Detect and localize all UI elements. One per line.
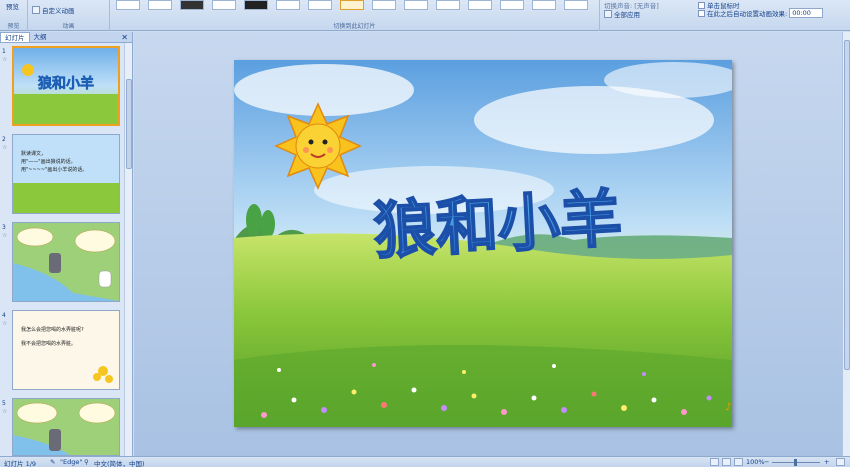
transition-option-7[interactable] xyxy=(308,0,332,10)
slide-thumbnail-row[interactable]: 3 ☆ xyxy=(0,222,124,306)
animation-star-icon: ☆ xyxy=(2,56,8,63)
custom-animation-icon xyxy=(32,6,40,14)
zoom-slider-handle[interactable] xyxy=(794,459,797,466)
slide-thumbnail[interactable]: 我怎么会把您喝的水弄脏呢? 我不会把您喝的水弄脏。 xyxy=(12,310,120,390)
animation-star-icon: ☆ xyxy=(2,232,8,239)
close-icon[interactable]: ✕ xyxy=(121,33,128,42)
language-icon[interactable]: ⚲ xyxy=(84,458,89,466)
transition-option-11[interactable] xyxy=(436,0,460,10)
slide-4-line-1: 我怎么会把您喝的水弄脏呢? xyxy=(21,326,84,333)
slide-1-thumb-title: 狼和小羊 xyxy=(38,75,94,92)
slide-number: 1 xyxy=(2,48,6,55)
apply-all-icon xyxy=(604,10,612,18)
preview-group: 预览 预览 xyxy=(0,0,28,31)
slide-thumbnail[interactable] xyxy=(12,222,120,302)
slide-number: 5 xyxy=(2,400,6,407)
transition-option-8[interactable] xyxy=(340,0,364,10)
ribbon: 预览 预览 自定义动画 动画 切换到此幻灯片 切换声音: [无声音] 全部应用 … xyxy=(0,0,850,31)
transition-group-label: 切换到此幻灯片 xyxy=(333,23,376,30)
slide-number: 4 xyxy=(2,312,6,319)
slide-5-preview xyxy=(13,399,119,455)
language-label: 中文(简体，中国) xyxy=(94,460,145,467)
custom-animation-button[interactable]: 自定义动画 xyxy=(32,5,75,15)
slide-sorter-button[interactable] xyxy=(722,458,731,466)
timing-group: 切换声音: [无声音] 全部应用 单击鼠标时 在此之后自动设置动画效果: 00:… xyxy=(600,0,850,31)
pane-scrollbar-thumb[interactable] xyxy=(126,79,132,169)
animation-star-icon: ☆ xyxy=(2,408,8,415)
custom-animation-label: 自定义动画 xyxy=(42,7,75,15)
slide-number: 2 xyxy=(2,136,6,143)
transition-option-10[interactable] xyxy=(404,0,428,10)
transition-option-5[interactable] xyxy=(244,0,268,10)
slide-thumbnail-row[interactable]: 4 ☆ 我怎么会把您喝的水弄脏呢? 我不会把您喝的水弄脏。 xyxy=(0,310,124,394)
pane-tabs: 幻灯片 大纲 xyxy=(0,32,132,43)
spellcheck-icon[interactable]: ✎ xyxy=(50,458,55,466)
slides-pane: 幻灯片 大纲 ✕ 1 ☆ 狼和小羊 2 ☆ 默读课文， 用"——"画出狼说的话， xyxy=(0,32,133,456)
auto-after-option[interactable]: 在此之后自动设置动画效果: 00:00 xyxy=(698,8,824,18)
tab-slides[interactable]: 幻灯片 xyxy=(0,32,30,42)
vertical-scrollbar-thumb[interactable] xyxy=(844,40,850,370)
slide-counter: 幻灯片 1/9 xyxy=(4,460,37,467)
slide-title[interactable]: 狼和小羊 xyxy=(371,181,624,269)
tab-outline[interactable]: 大纲 xyxy=(30,32,51,42)
sound-icon[interactable]: ♪ xyxy=(725,402,731,413)
transition-option-4[interactable] xyxy=(212,0,236,10)
slide-thumbnail[interactable] xyxy=(12,398,120,456)
transition-option-9[interactable] xyxy=(372,0,396,10)
apply-all-button[interactable]: 全部应用 xyxy=(604,9,640,19)
slide-editing-area: 狼和小羊 ♪ xyxy=(134,32,842,456)
transition-option-2[interactable] xyxy=(148,0,172,10)
status-bar: 幻灯片 1/9 ✎ "Edge" ⚲ 中文(简体，中国) 100% − + xyxy=(0,456,850,467)
slide-2-preview: 默读课文， 用"——"画出狼说的话， 用"~~~~"画出小羊说的话。 xyxy=(13,135,119,213)
slide-thumbnail[interactable]: 默读课文， 用"——"画出狼说的话， 用"~~~~"画出小羊说的话。 xyxy=(12,134,120,214)
slide-2-line-3: 用"~~~~"画出小羊说的话。 xyxy=(21,166,87,173)
transition-option-14[interactable] xyxy=(532,0,556,10)
normal-view-button[interactable] xyxy=(710,458,719,466)
transition-group: 切换到此幻灯片 xyxy=(110,0,600,31)
theme-name: "Edge" xyxy=(60,458,83,466)
preview-button[interactable]: 预览 xyxy=(6,1,19,11)
zoom-out-icon[interactable]: − xyxy=(764,458,769,466)
transition-option-13[interactable] xyxy=(500,0,524,10)
auto-after-label: 在此之后自动设置动画效果: xyxy=(707,10,788,18)
slide-2-line-1: 默读课文， xyxy=(21,150,46,157)
apply-all-label: 全部应用 xyxy=(614,11,640,19)
slide-4-preview: 我怎么会把您喝的水弄脏呢? 我不会把您喝的水弄脏。 xyxy=(13,311,119,389)
animation-group: 自定义动画 动画 xyxy=(28,0,110,31)
animation-group-label: 动画 xyxy=(62,23,75,30)
fit-to-window-button[interactable] xyxy=(836,458,845,466)
transition-option-6[interactable] xyxy=(276,0,300,10)
slide-thumbnail-row[interactable]: 5 ☆ xyxy=(0,398,124,456)
slide-thumbnail-row[interactable]: 2 ☆ 默读课文， 用"——"画出狼说的话， 用"~~~~"画出小羊说的话。 xyxy=(0,134,124,218)
current-slide[interactable]: 狼和小羊 ♪ xyxy=(234,60,732,427)
transition-option-3[interactable] xyxy=(180,0,204,10)
animation-star-icon: ☆ xyxy=(2,144,8,151)
zoom-level[interactable]: 100% xyxy=(746,458,765,466)
slide-thumbnail[interactable]: 狼和小羊 xyxy=(12,46,120,126)
animation-star-icon: ☆ xyxy=(2,320,8,327)
transition-option-15[interactable] xyxy=(564,0,588,10)
slideshow-button[interactable] xyxy=(734,458,743,466)
slide-3-preview xyxy=(13,223,119,301)
slide-canvas: 狼和小羊 ♪ xyxy=(234,60,732,427)
slide-thumbnail-row[interactable]: 1 ☆ 狼和小羊 xyxy=(0,46,124,130)
sun-icon xyxy=(274,102,362,190)
slide-1-preview: 狼和小羊 xyxy=(14,48,118,124)
vertical-scrollbar[interactable] xyxy=(842,32,850,456)
slide-number: 3 xyxy=(2,224,6,231)
auto-after-checkbox[interactable] xyxy=(698,9,705,17)
transition-option-1[interactable] xyxy=(116,0,140,10)
auto-after-time-input[interactable]: 00:00 xyxy=(789,8,824,18)
slide-2-line-2: 用"——"画出狼说的话， xyxy=(21,158,76,165)
transition-option-12[interactable] xyxy=(468,0,492,10)
pane-scrollbar[interactable] xyxy=(124,43,132,456)
preview-group-label: 预览 xyxy=(7,23,20,30)
slide-4-line-2: 我不会把您喝的水弄脏。 xyxy=(21,340,76,347)
zoom-in-icon[interactable]: + xyxy=(824,458,829,466)
